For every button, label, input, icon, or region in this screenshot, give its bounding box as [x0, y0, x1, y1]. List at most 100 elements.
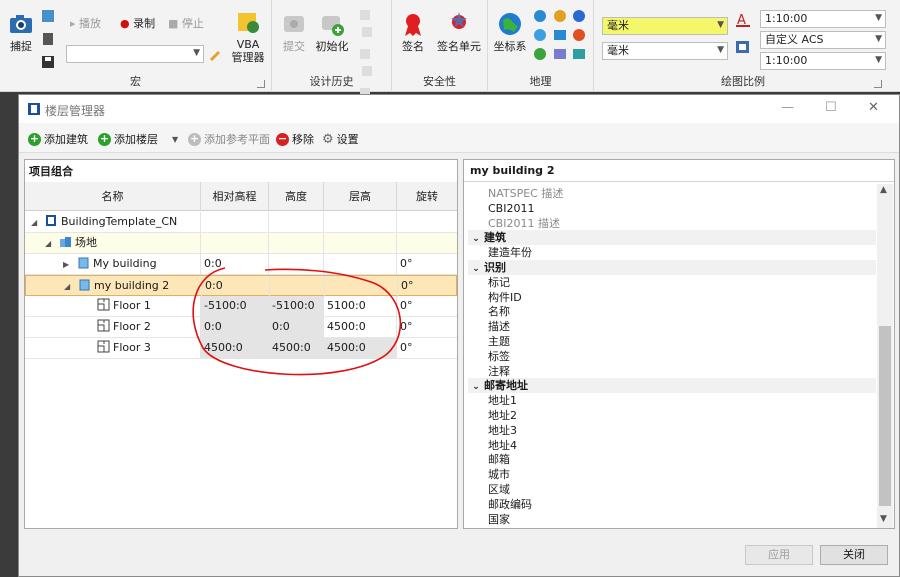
- history-icon[interactable]: [360, 25, 374, 39]
- table-row[interactable]: Floor 3 4500:0 4500:0 4500:0 0°: [25, 338, 457, 359]
- table-row[interactable]: ▶ My building 0:0 0°: [25, 254, 457, 275]
- add-floor-button[interactable]: + 添加楼层: [98, 131, 158, 147]
- expand-triangle-icon[interactable]: ▶: [63, 254, 69, 275]
- property-item[interactable]: 地址3: [488, 423, 517, 438]
- history-icon[interactable]: [358, 47, 372, 61]
- property-item[interactable]: 主题: [488, 334, 510, 349]
- property-item[interactable]: NATSPEC 描述: [488, 186, 563, 201]
- property-item[interactable]: CBI2011: [488, 201, 534, 216]
- macro-combo[interactable]: ▼: [66, 45, 204, 63]
- dialog-titlebar[interactable]: 楼层管理器 — ☐ ✕: [19, 95, 899, 123]
- tree-cell-name: Floor 3: [95, 338, 201, 359]
- group-launcher-icon[interactable]: [257, 80, 265, 88]
- property-item[interactable]: 名称: [488, 304, 510, 319]
- group-launcher-icon[interactable]: [874, 80, 882, 88]
- table-row[interactable]: Floor 2 0:0 0:0 4500:0 0°: [25, 317, 457, 338]
- sign-button[interactable]: 签名: [398, 10, 428, 53]
- collapse-triangle-icon[interactable]: ◢: [45, 233, 51, 254]
- pencil-icon[interactable]: [207, 46, 223, 62]
- property-item[interactable]: 区域: [488, 482, 510, 497]
- property-item[interactable]: 地址2: [488, 408, 517, 423]
- ratio-combo-1[interactable]: 1:10:00 ▼: [760, 10, 886, 28]
- geo-icon[interactable]: [552, 46, 568, 62]
- chevron-down-icon: ▼: [875, 55, 882, 65]
- add-ref-plane-button[interactable]: + 添加参考平面: [188, 131, 270, 147]
- add-building-button[interactable]: + 添加建筑: [28, 131, 88, 147]
- property-item[interactable]: 建造年份: [488, 245, 532, 260]
- commit-button[interactable]: 提交: [278, 10, 310, 53]
- geo-icon[interactable]: [571, 27, 587, 43]
- scroll-thumb[interactable]: [879, 326, 891, 506]
- unit-combo-1[interactable]: 毫米 ▼: [602, 17, 728, 35]
- table-row[interactable]: ◢ BuildingTemplate_CN: [25, 212, 457, 233]
- text-scale-icon[interactable]: A: [734, 10, 752, 28]
- property-item[interactable]: 标签: [488, 349, 510, 364]
- sign-unit-button[interactable]: 签名单元: [434, 10, 484, 53]
- col-header-floor-height[interactable]: 层高: [324, 182, 397, 211]
- capture-button[interactable]: 捕捉: [6, 10, 36, 53]
- vba-label-1: VBA: [236, 38, 260, 51]
- geo-icon[interactable]: [532, 27, 548, 43]
- property-item[interactable]: 地址1: [488, 393, 517, 408]
- close-button[interactable]: 关闭: [820, 545, 888, 565]
- col-header-rotation[interactable]: 旋转: [397, 182, 457, 211]
- close-window-button[interactable]: ✕: [868, 100, 879, 115]
- coord-sys-button[interactable]: 坐标系: [492, 10, 528, 53]
- property-item[interactable]: 邮政编码: [488, 497, 532, 512]
- col-header-name[interactable]: 名称: [25, 182, 201, 211]
- remove-button[interactable]: − 移除: [276, 131, 314, 147]
- table-row[interactable]: Floor 1 -5100:0 -5100:0 5100:0 0°: [25, 296, 457, 317]
- collapse-triangle-icon[interactable]: ◢: [64, 276, 70, 297]
- property-category[interactable]: ⌄ 建筑: [468, 230, 876, 247]
- col-header-elevation[interactable]: 相对高程: [201, 182, 269, 211]
- collapse-triangle-icon[interactable]: ◢: [31, 212, 37, 233]
- floor-plan-icon: [97, 319, 110, 332]
- scroll-up-arrow[interactable]: ▲: [880, 185, 887, 195]
- apply-button[interactable]: 应用: [745, 545, 813, 565]
- property-item[interactable]: CBI2011 描述: [488, 216, 560, 231]
- play-button[interactable]: ▸ 播放: [70, 15, 101, 31]
- property-item[interactable]: 邮箱: [488, 452, 510, 467]
- table-row-selected[interactable]: ◢ my building 2 0:0 0°: [25, 275, 457, 297]
- tool-icon[interactable]: [40, 8, 56, 24]
- geo-icon[interactable]: [552, 27, 568, 43]
- scale-settings-icon[interactable]: [734, 38, 752, 56]
- chevron-down-icon[interactable]: ⌄: [468, 262, 484, 277]
- save-icon[interactable]: [40, 54, 56, 70]
- add-floor-dropdown[interactable]: ▼: [172, 131, 178, 147]
- maximize-button[interactable]: ☐: [825, 100, 837, 115]
- property-item[interactable]: 城市: [488, 467, 510, 482]
- geo-icon[interactable]: [532, 8, 548, 24]
- acs-combo[interactable]: 自定义 ACS ▼: [760, 31, 886, 49]
- chevron-down-icon[interactable]: ⌄: [468, 232, 484, 247]
- history-icon[interactable]: [358, 8, 372, 22]
- property-item[interactable]: 注释: [488, 364, 510, 379]
- ratio-combo-2[interactable]: 1:10:00 ▼: [760, 52, 886, 70]
- properties-scrollbar[interactable]: ▲ ▼: [877, 184, 893, 528]
- vba-manager-button[interactable]: VBA 管理器: [228, 8, 268, 64]
- chevron-down-icon[interactable]: ⌄: [468, 380, 484, 395]
- property-item[interactable]: 描述: [488, 319, 510, 334]
- table-row[interactable]: ◢ 场地: [25, 233, 457, 254]
- property-category[interactable]: ⌄ 识别: [468, 260, 876, 275]
- scroll-down-arrow[interactable]: ▼: [880, 514, 887, 524]
- property-item[interactable]: 地址4: [488, 438, 517, 453]
- geo-icon[interactable]: [571, 46, 587, 62]
- property-item[interactable]: 构件ID: [488, 290, 522, 305]
- minimize-button[interactable]: —: [781, 100, 794, 115]
- geo-icon[interactable]: [552, 8, 568, 24]
- initialize-button[interactable]: 初始化: [312, 10, 352, 53]
- col-header-height[interactable]: 高度: [269, 182, 324, 211]
- property-item[interactable]: 国家: [488, 512, 510, 527]
- property-item[interactable]: 标记: [488, 275, 510, 290]
- geo-icon[interactable]: [571, 8, 587, 24]
- record-button[interactable]: ● 录制: [120, 15, 155, 31]
- stop-button[interactable]: ■ 停止: [168, 15, 204, 31]
- property-category[interactable]: ⌄ 邮寄地址: [468, 378, 876, 395]
- remove-label: 移除: [292, 133, 314, 146]
- unit-combo-2[interactable]: 毫米 ▼: [602, 42, 728, 60]
- project-panel-header: 项目组合: [25, 160, 457, 180]
- settings-button[interactable]: ⚙ 设置: [322, 131, 359, 147]
- geo-icon[interactable]: [532, 46, 548, 62]
- tool-icon[interactable]: [40, 31, 56, 47]
